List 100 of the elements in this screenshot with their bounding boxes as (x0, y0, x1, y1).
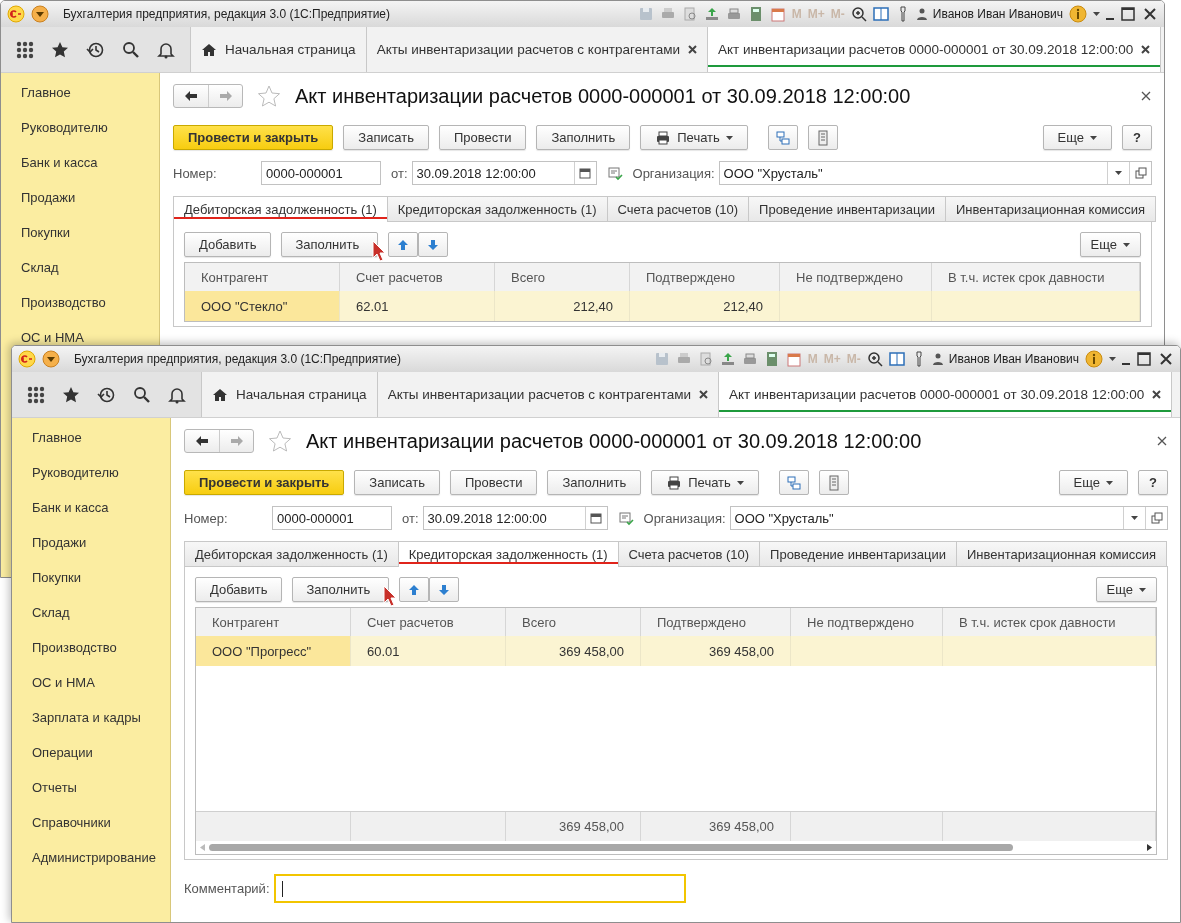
bell-icon (157, 40, 176, 59)
caret-icon (1123, 242, 1130, 247)
document-title: Акт инвентаризации расчетов 0000-000001 от 30.09.2018 12:00:00 (306, 429, 922, 453)
printer-icon (666, 474, 683, 491)
document-tab[interactable]: Счета расчетов (10) (606, 196, 750, 222)
move-down-button[interactable] (418, 232, 449, 257)
sidebar-item[interactable]: Администрирование (12, 844, 170, 879)
add-button[interactable]: Добавить (195, 577, 283, 602)
close-icon[interactable] (1141, 45, 1151, 54)
print-button[interactable]: Печать (640, 125, 748, 150)
sidebar-item[interactable]: Продажи (12, 529, 170, 564)
more-button[interactable]: Еще (1058, 470, 1129, 495)
sidebar-item[interactable]: Главное (12, 424, 170, 459)
document-tab[interactable]: Счета расчетов (10) (617, 541, 761, 567)
sidebar-item[interactable]: Продажи (1, 184, 159, 219)
field-label: от: (402, 510, 419, 526)
fill-button[interactable]: Заполнить (281, 232, 379, 257)
organization-field[interactable]: ООО "Хрусталь" (718, 161, 1152, 185)
toolbar-button[interactable]: Заполнить (547, 470, 642, 495)
caret-icon (1131, 516, 1138, 520)
sidebar-item[interactable]: Главное (1, 79, 159, 114)
document-tab[interactable]: Дебиторская задолженность (1) (184, 541, 399, 567)
caret-icon (1139, 587, 1146, 592)
move-up-button[interactable] (388, 232, 419, 257)
sidebar-item[interactable]: Покупки (12, 564, 170, 599)
report-button[interactable] (807, 125, 838, 150)
caret-icon (1093, 12, 1100, 16)
document-title: Акт инвентаризации расчетов 0000-000001 от 30.09.2018 12:00:00 (295, 84, 911, 108)
toolbar-button[interactable]: Записать (343, 125, 429, 150)
toolbar-button[interactable]: Записать (354, 470, 440, 495)
sidebar-item[interactable]: Отчеты (12, 774, 170, 809)
toolbar-button[interactable]: Провести (438, 125, 527, 150)
window-tab[interactable]: Начальная страница (191, 27, 367, 72)
structure-button[interactable] (778, 470, 809, 495)
number-field[interactable]: 0000-000001 (272, 506, 392, 530)
sidebar-item[interactable]: Руководителю (1, 114, 159, 149)
panel-icon (872, 6, 889, 22)
navigation-buttons[interactable] (184, 429, 254, 453)
print-button[interactable]: Печать (651, 470, 759, 495)
toolbar-button[interactable]: Провести (449, 470, 538, 495)
sidebar-item[interactable]: Банк и касса (1, 149, 159, 184)
window-tab[interactable]: Акт инвентаризации расчетов 0000-000001 от 30.09.2018 12:00:00 (719, 372, 1173, 417)
document-tab[interactable]: Проведение инвентаризации (759, 541, 957, 567)
close-icon[interactable] (699, 390, 708, 399)
document-tab[interactable]: Дебиторская задолженность (1) (173, 196, 388, 222)
help-button[interactable]: ? (1122, 125, 1152, 150)
sidebar-item[interactable]: Склад (1, 254, 159, 289)
close-icon[interactable] (688, 45, 697, 54)
sidebar-item[interactable]: Производство (1, 289, 159, 324)
sidebar-item[interactable]: Зарплата и кадры (12, 704, 170, 739)
number-field[interactable]: 0000-000001 (261, 161, 381, 185)
scanner-icon (725, 6, 742, 22)
document-tab[interactable]: Кредиторская задолженность (1) (397, 541, 619, 567)
sidebar-item[interactable]: Операции (12, 739, 170, 774)
zoom-icon (850, 6, 867, 22)
user-name[interactable]: Иванов Иван Иванович (932, 7, 1063, 21)
window-tab[interactable]: Акт инвентаризации расчетов 0000-000001 от 30.09.2018 12:00:00 (708, 27, 1162, 72)
structure-button[interactable] (767, 125, 798, 150)
document-tab[interactable]: Инвентаризационная комиссия (955, 541, 1168, 567)
sidebar-item[interactable]: Склад (12, 599, 170, 634)
caret-icon (736, 480, 744, 485)
user-name[interactable]: Иванов Иван Иванович (948, 352, 1079, 366)
close-icon[interactable] (1152, 390, 1162, 399)
document-tab[interactable]: Проведение инвентаризации (748, 196, 946, 222)
info-icon (1069, 5, 1087, 23)
caret-icon (725, 135, 733, 140)
post-and-close-button[interactable]: Провести и закрыть (184, 470, 345, 495)
table-cell: 212,40 (630, 291, 780, 321)
document-tab[interactable]: Кредиторская задолженность (1) (386, 196, 608, 222)
user-icon (932, 353, 943, 365)
document-tab[interactable]: Инвентаризационная комиссия (944, 196, 1157, 222)
help-button[interactable]: ? (1138, 470, 1168, 495)
report-button[interactable] (818, 470, 849, 495)
more-button[interactable]: Еще (1079, 232, 1141, 257)
move-up-button[interactable] (399, 577, 430, 602)
move-down-button[interactable] (429, 577, 460, 602)
sidebar-item[interactable]: ОС и НМА (12, 669, 170, 704)
table-row[interactable]: ООО "Стекло" 62.01 212,40 212,40 (185, 291, 1140, 321)
down-arrow-icon (427, 238, 440, 251)
fill-button[interactable]: Заполнить (292, 577, 390, 602)
scroll-right-icon[interactable] (1147, 844, 1152, 851)
bell-icon (168, 385, 187, 404)
sidebar-item[interactable]: Руководителю (12, 459, 170, 494)
sidebar-item[interactable]: Покупки (1, 219, 159, 254)
comment-field[interactable] (273, 874, 686, 903)
table-row[interactable]: ООО "Прогресс" 60.01 369 458,00 369 458,00 (196, 636, 1156, 666)
more-button[interactable]: Еще (1095, 577, 1157, 602)
more-button[interactable]: Еще (1042, 125, 1113, 150)
sidebar-item[interactable]: Банк и касса (12, 494, 170, 529)
organization-field[interactable]: ООО "Хрусталь" (729, 506, 1168, 530)
table-cell: 369 458,00 (506, 636, 641, 666)
navigation-buttons[interactable] (173, 84, 243, 108)
sidebar-item[interactable]: Производство (12, 634, 170, 669)
toolbar-button[interactable]: Заполнить (536, 125, 631, 150)
sidebar-item[interactable]: Справочники (12, 809, 170, 844)
date-field[interactable]: 30.09.2018 12:00:00 (411, 161, 597, 185)
date-field[interactable]: 30.09.2018 12:00:00 (422, 506, 608, 530)
window-tab[interactable]: Начальная страница (202, 372, 378, 417)
post-and-close-button[interactable]: Провести и закрыть (173, 125, 334, 150)
add-button[interactable]: Добавить (184, 232, 272, 257)
